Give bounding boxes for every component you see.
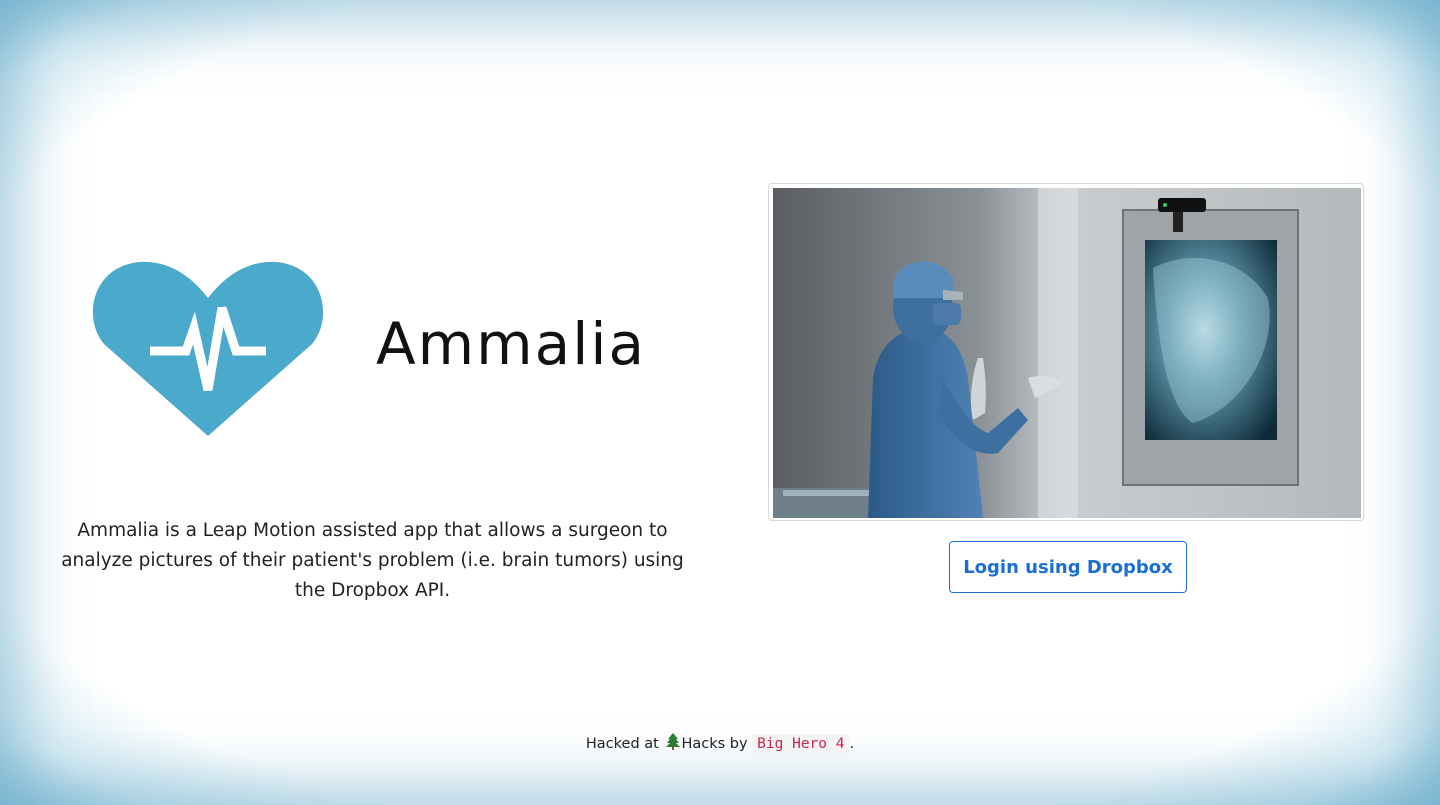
heart-pulse-icon xyxy=(92,261,324,436)
hero-image-frame xyxy=(768,183,1364,521)
surgeon-xray-photo xyxy=(773,188,1361,518)
brand-title: Ammalia xyxy=(376,310,646,378)
login-dropbox-button[interactable]: Login using Dropbox xyxy=(949,541,1187,593)
brand-logo xyxy=(90,258,330,438)
app-description: Ammalia is a Leap Motion assisted app th… xyxy=(61,520,684,601)
footer: Hacked at Hacks by Big Hero 4. xyxy=(0,733,1440,754)
footer-prefix: Hacked at xyxy=(585,736,659,752)
team-name: Big Hero 4 xyxy=(752,734,850,754)
footer-suffix: . xyxy=(849,736,855,752)
tree-icon xyxy=(666,733,681,754)
footer-event-name: Hacks by xyxy=(681,736,748,752)
